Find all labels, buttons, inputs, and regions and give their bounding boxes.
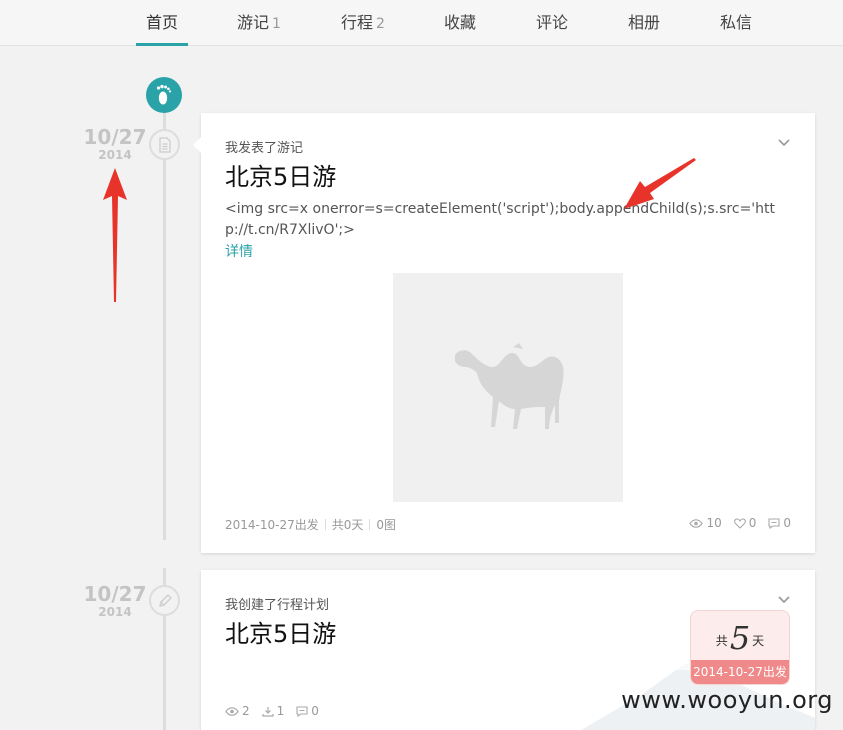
entry-date: 10/27 2014 [83,125,147,162]
details-link[interactable]: 详情 [225,241,253,261]
days-badge: 共5 天 2014-10-27出发 [690,610,790,685]
nav-travelogue[interactable]: 游记 1 [228,0,290,46]
footprint-icon [146,77,182,113]
top-nav: 首页 游记 1 行程 2 收藏 评论 相册 私信 [0,0,843,46]
chevron-down-icon[interactable] [777,590,791,609]
cover-image-placeholder[interactable] [393,273,623,502]
comments-stat[interactable]: 0 [768,516,791,530]
chevron-down-icon[interactable] [777,133,791,152]
card-description: <img src=x onerror=s=createElement('scri… [225,201,776,238]
card-stats: 10 0 0 [689,516,791,530]
nav-favorites[interactable]: 收藏 [436,0,484,46]
eye-icon [225,706,239,716]
comment-icon [768,517,780,529]
nav-itinerary[interactable]: 行程 2 [332,0,394,46]
activity-label: 我创建了行程计划 [225,598,330,613]
nav-home[interactable]: 首页 [136,0,188,46]
camel-icon [455,343,564,429]
likes-stat[interactable]: 0 [733,516,756,530]
badge-start-date: 2014-10-27出发 [691,660,789,684]
annotation-arrow-diagonal [624,158,696,209]
card-title[interactable]: 北京5日游 [225,614,336,649]
document-icon [149,129,180,160]
annotation-arrow-up [103,168,127,302]
pencil-icon [149,585,180,616]
nav-album[interactable]: 相册 [620,0,668,46]
timeline-line [163,100,166,540]
watermark: www.wooyun.org [621,686,833,714]
travelogue-card[interactable]: 我发表了游记 北京5日游 <img src=x onerror=s=create… [193,113,815,553]
trip-meta: 2014-10-27出发 共0天 0图 [225,518,397,532]
nav-messages[interactable]: 私信 [712,0,760,46]
eye-icon [689,518,704,528]
nav-comments[interactable]: 评论 [528,0,576,46]
download-icon [262,706,274,717]
card-stats: 2 1 0 [225,704,319,718]
views-stat: 2 [225,704,250,718]
card-title[interactable]: 北京5日游 [225,157,336,192]
downloads-stat[interactable]: 1 [262,704,284,718]
entry-date: 10/27 2014 [83,582,147,619]
activity-label: 我发表了游记 [225,141,304,156]
comments-stat[interactable]: 0 [296,704,319,718]
heart-icon [733,517,746,529]
views-stat: 10 [689,516,722,530]
nav-itinerary-count: 2 [376,16,385,32]
nav-travelogue-count: 1 [272,16,281,32]
comment-icon [296,705,308,717]
